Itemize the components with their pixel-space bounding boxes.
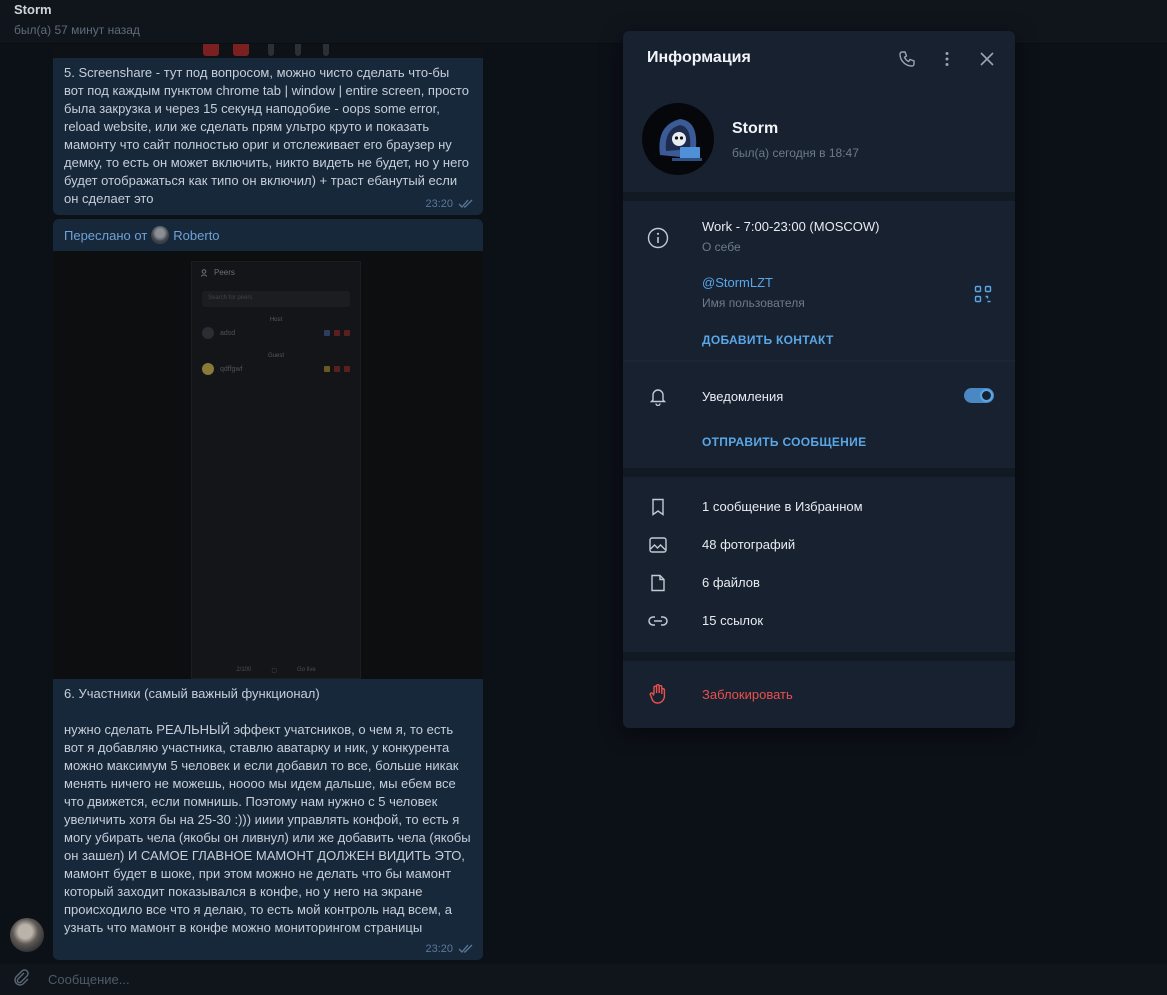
peer-name: adsd	[220, 329, 236, 337]
phone-icon	[899, 51, 915, 67]
media-label: 1 сообщение в Избранном	[702, 499, 863, 514]
close-button[interactable]	[975, 47, 999, 71]
divider	[623, 360, 1015, 362]
call-button[interactable]	[895, 47, 919, 71]
more-vertical-icon	[945, 52, 949, 66]
contact-status: был(а) сегодня в 18:47	[732, 146, 859, 160]
chat-bubble-icon: ▢	[271, 668, 277, 674]
forwarded-header[interactable]: Переслано от Roberto	[53, 219, 483, 251]
info-icon	[647, 227, 669, 249]
message-time: 23:20	[425, 943, 453, 955]
peers-screenshot: Peers Search for peers Host adsd Guest q…	[191, 261, 361, 679]
peers-search: Search for peers	[202, 291, 350, 307]
media-label: 15 ссылок	[702, 613, 764, 628]
sender-avatar[interactable]	[10, 918, 44, 952]
avatar	[202, 363, 214, 375]
bio-text[interactable]: Work - 7:00-23:00 (MOSCOW)	[702, 219, 879, 234]
divider	[623, 192, 1015, 201]
close-icon	[980, 52, 994, 66]
forwarded-image[interactable]: Peers Search for peers Host adsd Guest q…	[53, 251, 483, 679]
previous-media-strip	[53, 44, 483, 58]
media-label: 6 файлов	[702, 575, 760, 590]
message-composer	[0, 964, 1167, 995]
block-user-button[interactable]: Заблокировать	[702, 687, 793, 702]
forwarded-from: Roberto	[173, 227, 220, 243]
double-check-icon	[458, 944, 473, 953]
peer-row: qdffgwf	[192, 359, 360, 379]
peers-title: Peers	[214, 268, 235, 277]
message-bubble[interactable]: 5. Screenshare - тут под вопросом, можно…	[53, 58, 483, 215]
chat-title: Storm	[14, 2, 52, 17]
peers-count: 2/100	[236, 667, 252, 673]
photo-icon	[647, 534, 669, 556]
qr-code-icon[interactable]	[974, 285, 992, 308]
message-meta: 23:20	[425, 940, 474, 958]
message-time: 23:20	[425, 198, 453, 210]
notifications-toggle[interactable]	[964, 388, 994, 403]
saved-messages-row[interactable]: 1 сообщение в Избранном	[623, 488, 1015, 526]
forwarded-message[interactable]: Переслано от Roberto Peers Search for pe…	[53, 219, 483, 679]
attach-icon[interactable]	[12, 968, 30, 991]
username-link[interactable]: @StormLZT	[702, 275, 773, 290]
panel-header: Информация	[623, 31, 1015, 87]
double-check-icon	[458, 199, 473, 208]
info-panel: Информация Storm был(а) сегодня в 18:47	[623, 31, 1015, 728]
forwarded-avatar	[151, 226, 170, 244]
profile-section: Storm был(а) сегодня в 18:47	[623, 87, 1015, 192]
media-label: 48 фотографий	[702, 537, 796, 552]
contact-name: Storm	[732, 120, 779, 137]
divider	[623, 652, 1015, 661]
peers-footer: 2/100 ▢ Go live	[192, 667, 360, 674]
bio-label: О себе	[702, 240, 741, 254]
panel-title: Информация	[647, 49, 751, 66]
photos-row[interactable]: 48 фотографий	[623, 526, 1015, 564]
file-icon	[647, 572, 669, 594]
forwarded-prefix: Переслано от	[64, 227, 148, 243]
message-bubble[interactable]: 6. Участники (самый важный функционал) н…	[53, 679, 483, 960]
more-button[interactable]	[935, 47, 959, 71]
link-icon	[647, 610, 669, 632]
peer-row: adsd	[192, 323, 360, 343]
peer-name: qdffgwf	[220, 365, 243, 373]
files-row[interactable]: 6 файлов	[623, 564, 1015, 602]
links-row[interactable]: 15 ссылок	[623, 602, 1015, 640]
hand-stop-icon	[647, 683, 669, 705]
avatar	[202, 327, 214, 339]
notifications-label: Уведомления	[702, 389, 784, 404]
message-meta: 23:20	[425, 195, 474, 213]
people-icon	[201, 268, 207, 277]
message-input[interactable]	[48, 972, 648, 987]
bookmark-icon	[647, 496, 669, 518]
send-message-button[interactable]: ОТПРАВИТЬ СООБЩЕНИЕ	[702, 435, 866, 449]
message-text: 5. Screenshare - тут под вопросом, можно…	[64, 65, 473, 206]
bell-icon	[647, 385, 669, 407]
peers-live: Go live	[297, 667, 316, 673]
add-contact-button[interactable]: ДОБАВИТЬ КОНТАКТ	[702, 333, 834, 347]
username-label: Имя пользователя	[702, 296, 805, 310]
divider	[623, 468, 1015, 477]
message-text: 6. Участники (самый важный функционал) н…	[64, 686, 471, 935]
profile-avatar[interactable]	[642, 103, 714, 175]
